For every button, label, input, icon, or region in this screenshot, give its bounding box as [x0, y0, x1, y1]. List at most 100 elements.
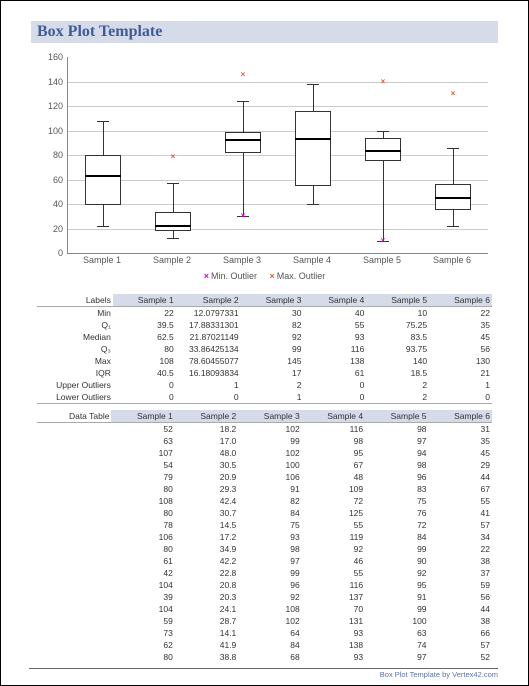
data-cell: 107 — [111, 447, 174, 459]
data-row: 10748.0102959445 — [37, 447, 492, 459]
data-cell: 42 — [111, 567, 174, 579]
data-cell: 68 — [238, 651, 301, 663]
data-cell: 57 — [429, 519, 492, 531]
x-axis-tick: Sample 1 — [67, 255, 137, 265]
y-axis-tick: 140 — [37, 77, 63, 87]
y-axis-tick: 160 — [37, 52, 63, 62]
data-cell: 55 — [429, 495, 492, 507]
box-group — [83, 57, 123, 253]
data-row: 6317.099989735 — [37, 435, 492, 447]
data-cell: 80 — [111, 483, 174, 495]
data-cell: 108 — [238, 603, 301, 615]
stats-cell: 2 — [366, 379, 429, 391]
box-rect — [225, 132, 261, 153]
y-axis-tick: 120 — [37, 101, 63, 111]
data-cell: 14.1 — [175, 627, 238, 639]
data-cell: 99 — [365, 543, 428, 555]
data-cell: 75 — [238, 519, 301, 531]
data-row-pad — [37, 471, 111, 483]
stats-cell: 92 — [241, 331, 304, 343]
data-row-pad — [37, 423, 111, 436]
stats-cell: 33.86425134 — [176, 343, 241, 355]
data-cell: 94 — [365, 447, 428, 459]
stats-cell: 40.5 — [113, 367, 176, 379]
data-row-pad — [37, 435, 111, 447]
data-cell: 99 — [238, 567, 301, 579]
data-cell: 106 — [238, 471, 301, 483]
data-cell: 119 — [302, 531, 365, 543]
stats-cell: 40 — [303, 307, 366, 320]
data-cell: 61 — [111, 555, 174, 567]
data-cell: 83 — [365, 483, 428, 495]
grid-line — [68, 155, 488, 156]
stats-cell: 93 — [303, 331, 366, 343]
stats-row: Q₃8033.864251349911693.7556 — [37, 343, 492, 355]
data-cell: 66 — [429, 627, 492, 639]
stats-cell: 55 — [303, 319, 366, 331]
stats-row-label: Q₁ — [37, 319, 113, 331]
y-axis-tick: 20 — [37, 224, 63, 234]
data-cell: 116 — [302, 423, 365, 436]
data-cell: 56 — [429, 591, 492, 603]
data-row-pad — [37, 531, 111, 543]
data-cell: 75 — [365, 495, 428, 507]
data-cell: 96 — [365, 471, 428, 483]
data-cell: 102 — [238, 447, 301, 459]
data-cell: 29.3 — [175, 483, 238, 495]
data-cell: 116 — [302, 579, 365, 591]
data-cell: 17.0 — [175, 435, 238, 447]
y-axis-tick: 60 — [37, 175, 63, 185]
data-cell: 72 — [302, 495, 365, 507]
median-line — [85, 175, 121, 177]
data-row: 4222.899559237 — [37, 567, 492, 579]
stats-row-label: Median — [37, 331, 113, 343]
plot-area: ×××××× — [67, 57, 488, 254]
footer-credit: Box Plot Template by Vertex42.com — [29, 668, 498, 679]
stats-cell: 0 — [303, 391, 366, 404]
stats-cell: 22 — [429, 307, 492, 320]
stats-cell: 17.88331301 — [176, 319, 241, 331]
data-cell: 22 — [429, 543, 492, 555]
stats-cell: 99 — [241, 343, 304, 355]
data-cell: 104 — [111, 603, 174, 615]
stats-row-label: IQR — [37, 367, 113, 379]
data-cell: 74 — [365, 639, 428, 651]
data-cell: 106 — [111, 531, 174, 543]
data-cell: 80 — [111, 507, 174, 519]
max-outlier-icon: × — [450, 91, 456, 97]
data-cell: 39 — [111, 591, 174, 603]
data-cell: 137 — [302, 591, 365, 603]
data-cell: 80 — [111, 651, 174, 663]
stats-cell: 83.5 — [366, 331, 429, 343]
stats-cell: 1 — [429, 379, 492, 391]
stats-col-label: Sample 1 — [113, 294, 176, 307]
data-cell: 38 — [429, 615, 492, 627]
median-line — [155, 225, 191, 227]
stats-cell: 0 — [113, 379, 176, 391]
data-cell: 17.2 — [175, 531, 238, 543]
data-cell: 38.8 — [175, 651, 238, 663]
data-row: 10424.1108709944 — [37, 603, 492, 615]
data-cell: 93 — [302, 651, 365, 663]
stats-row: IQR40.516.18093834176118.521 — [37, 367, 492, 379]
stats-col-label: Sample 5 — [366, 294, 429, 307]
stats-cell: 80 — [113, 343, 176, 355]
data-cell: 108 — [111, 495, 174, 507]
stats-cell: 56 — [429, 343, 492, 355]
data-cell: 38 — [429, 555, 492, 567]
data-cell: 98 — [365, 423, 428, 436]
grid-line — [68, 106, 488, 107]
stats-row: Upper Outliers012021 — [37, 379, 492, 391]
data-cell: 104 — [111, 579, 174, 591]
data-row-pad — [37, 567, 111, 579]
x-axis-tick: Sample 2 — [137, 255, 207, 265]
box-group: ×× — [223, 57, 263, 253]
max-outlier-icon: × — [240, 72, 246, 78]
data-cell: 48.0 — [175, 447, 238, 459]
stats-cell: 145 — [241, 355, 304, 367]
title-bar: Box Plot Template — [31, 21, 498, 43]
data-header-row: Data TableSample 1Sample 2Sample 3Sample… — [37, 410, 492, 423]
data-row: 6142.297469038 — [37, 555, 492, 567]
data-cell: 30.5 — [175, 459, 238, 471]
max-outlier-icon: × — [170, 154, 176, 160]
